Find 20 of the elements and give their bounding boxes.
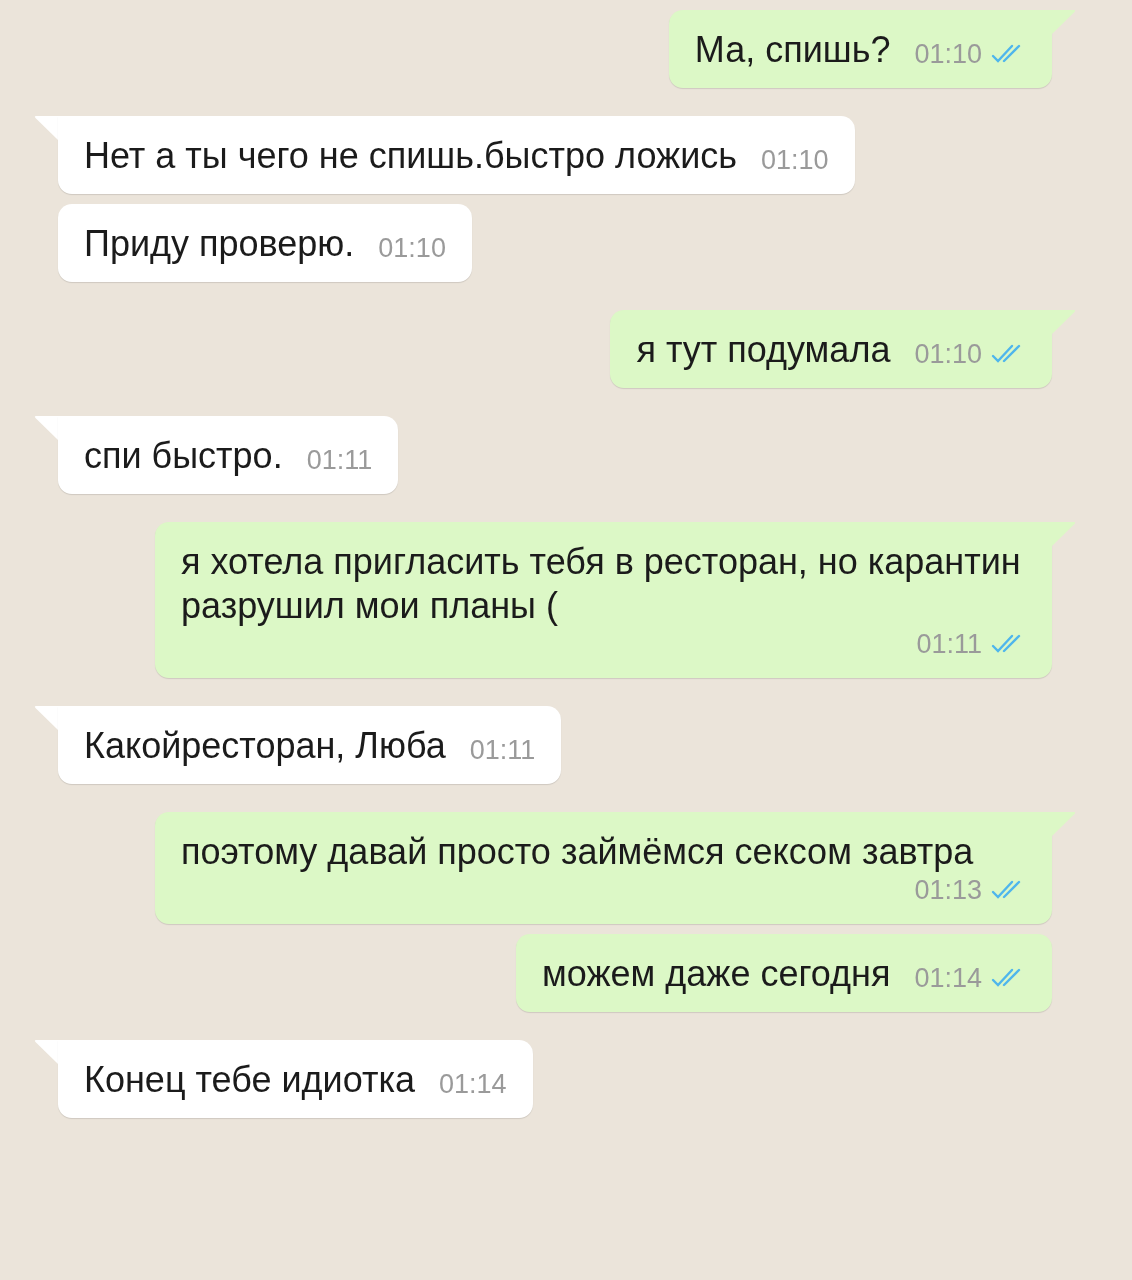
- message-time: 01:10: [378, 232, 446, 264]
- message-time: 01:14: [914, 962, 982, 994]
- message-time: 01:10: [761, 144, 829, 176]
- message-text: Конец тебе идиотка: [84, 1058, 415, 1102]
- message-text: я хотела пригласить тебя в ресторан, но карантин разрушил мои планы (: [181, 540, 1022, 628]
- message-time: 01:11: [916, 628, 982, 660]
- message-text: Какойресторан, Люба: [84, 724, 446, 768]
- message-time: 01:10: [914, 338, 982, 370]
- message-text: Ма, спишь?: [694, 28, 891, 72]
- message-text: можем даже сегодня: [542, 952, 891, 996]
- message-text: Нет а ты чего не спишь.быстро ложись: [84, 134, 737, 178]
- message-text: спи быстро.: [84, 434, 283, 478]
- message-time: 01:11: [306, 444, 373, 476]
- message-text: Приду проверю.: [84, 222, 355, 266]
- message-text: я тут подумала: [636, 328, 891, 372]
- message-time: 01:14: [438, 1068, 507, 1100]
- message-time: 01:13: [914, 874, 982, 906]
- message-time: 01:10: [914, 38, 982, 70]
- message-text: поэтому давай просто займёмся сексом завтра: [181, 830, 974, 874]
- message-time: 01:11: [469, 734, 536, 766]
